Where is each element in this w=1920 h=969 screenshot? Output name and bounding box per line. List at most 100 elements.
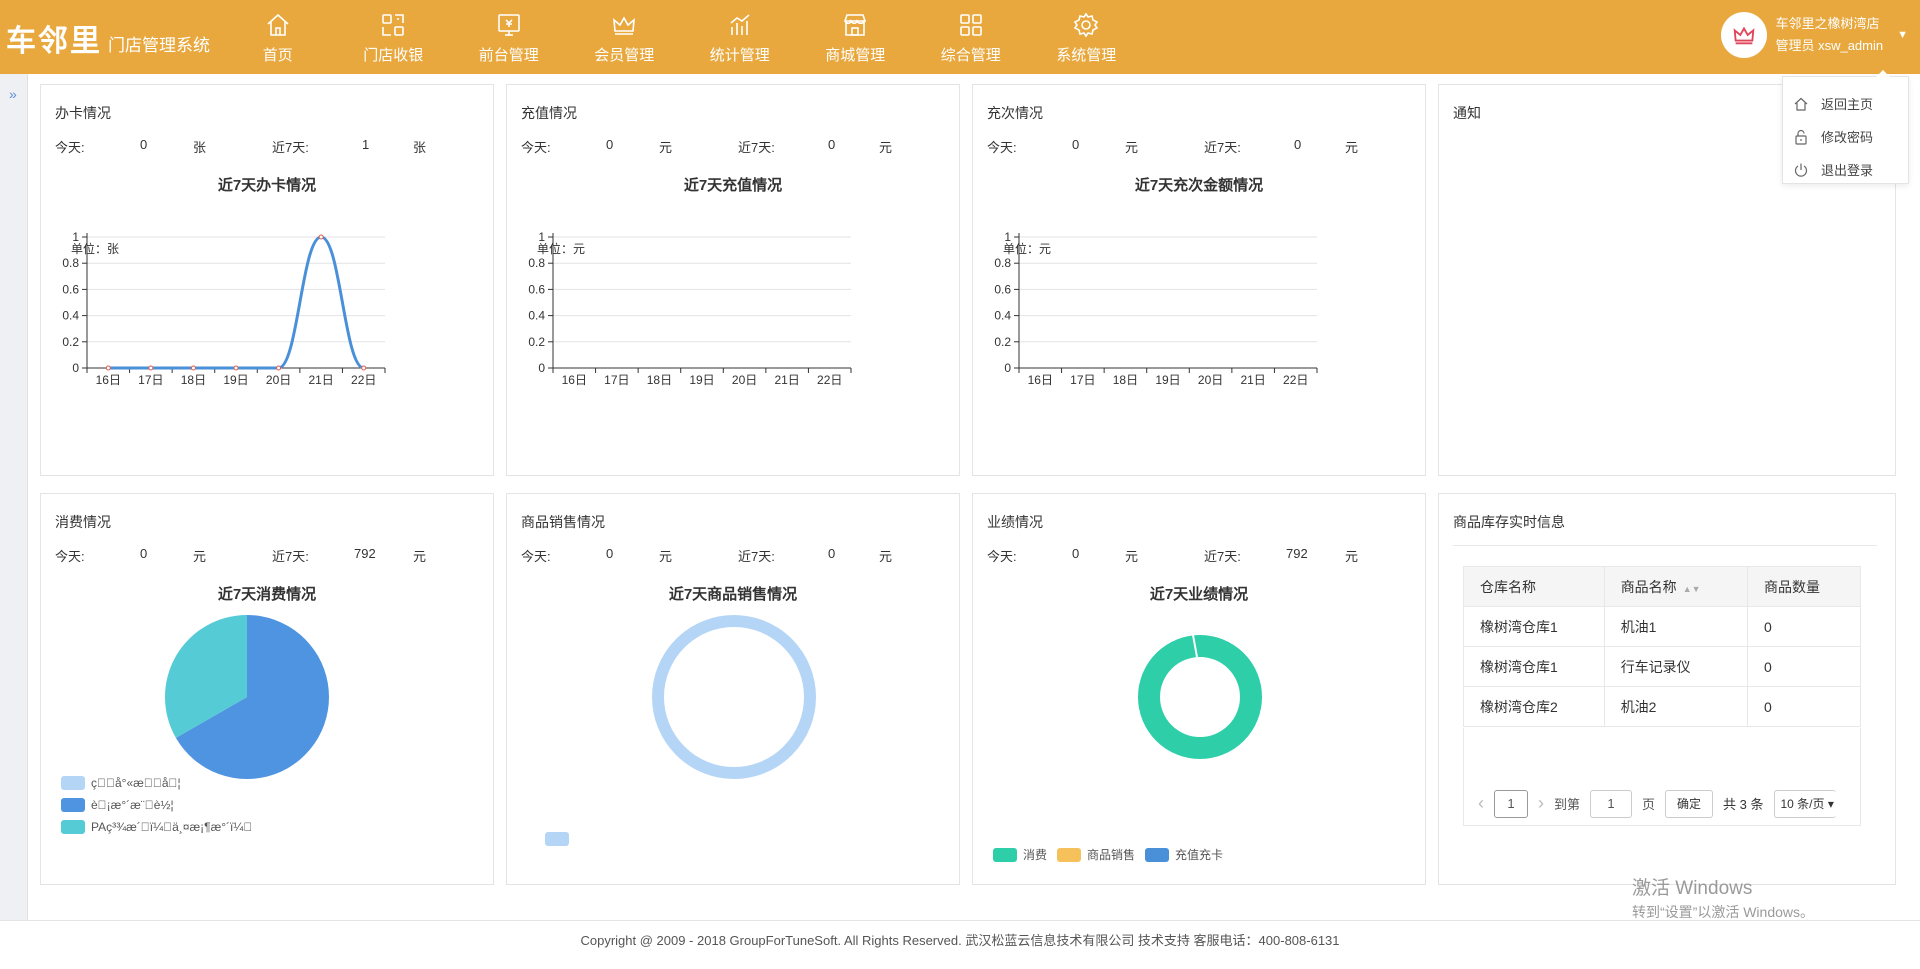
x-tick-label: 18日: [1113, 373, 1138, 387]
y-tick-label: 0: [72, 361, 79, 375]
avatar[interactable]: [1721, 12, 1768, 58]
menu-item-change-password[interactable]: 修改密码: [1783, 120, 1908, 153]
table-cell: 机油1: [1603, 606, 1748, 647]
prev-page-icon[interactable]: ‹: [1478, 793, 1484, 814]
next-page-icon[interactable]: ›: [1538, 793, 1544, 814]
pie-legend: ç  å°«æ  å ¦ è ¡æ°´æ¨ è½¦ PAç³¾æ´ ï¼ ä¸¤…: [61, 776, 252, 842]
page-size-select[interactable]: 10 条/页 ▾: [1773, 789, 1836, 818]
card-times: 充次情况 今天: 0 元 近7天: 0 元 近7天充次金额情况 单位：元 0 0.…: [972, 84, 1426, 476]
sort-icon[interactable]: ▲▼: [1683, 584, 1701, 594]
y-tick-label: 0.4: [994, 309, 1011, 323]
table-header-row: 仓库名称 商品名称 ▲▼ 商品数量: [1463, 566, 1862, 607]
user-menu[interactable]: 车邻里之橡树湾店 管理员 xsw_admin ▼: [1721, 12, 1908, 58]
menu-item-label: 返回主页: [1821, 97, 1874, 112]
nav-label: 首页: [262, 47, 293, 64]
nav-front-desk[interactable]: 前台管理: [451, 0, 567, 74]
legend-item[interactable]: è ¡æ°´æ¨ è½¦: [61, 798, 252, 812]
main-nav: 首页 门店收银 前台管理 会员管理 统计管理 商城管理 综合管理 系统管理: [220, 0, 1144, 74]
legend-label: ç  å°«æ  å ¦: [91, 776, 181, 790]
home-icon: [267, 13, 289, 36]
x-tick-label: 18日: [181, 373, 206, 387]
card-performance: 业绩情况 今天: 0 元 近7天: 792 元 近7天业绩情况 消费 商品销售 …: [972, 493, 1426, 885]
nav-member[interactable]: 会员管理: [567, 0, 683, 74]
table-cell: 橡树湾仓库2: [1463, 686, 1605, 727]
data-point: [233, 365, 239, 371]
table-cell: 橡树湾仓库1: [1463, 606, 1605, 647]
table-empty-space: [1463, 728, 1861, 782]
brand-name: 车邻里: [6, 25, 102, 58]
menu-item-logout[interactable]: 退出登录: [1783, 153, 1908, 186]
menu-item-home[interactable]: 返回主页: [1783, 87, 1908, 120]
legend-item[interactable]: PAç³¾æ´ ï¼ ä¸¤æ¡¶æ°´ï¼ : [61, 820, 252, 834]
x-tick-label: 20日: [732, 373, 757, 387]
nav-system[interactable]: 系统管理: [1029, 0, 1145, 74]
x-tick-label: 19日: [1155, 373, 1180, 387]
legend-item[interactable]: 消费: [993, 846, 1047, 863]
x-tick-label: 22日: [1283, 373, 1308, 387]
expand-sidebar-icon[interactable]: »: [9, 86, 17, 102]
y-tick-label: 0.6: [528, 282, 545, 296]
nav-label: 商城管理: [825, 47, 886, 64]
x-tick-label: 16日: [562, 373, 587, 387]
current-page[interactable]: 1: [1494, 789, 1528, 818]
crown-icon: [1734, 26, 1755, 45]
x-tick-label: 20日: [1198, 373, 1223, 387]
legend-item[interactable]: [545, 832, 575, 846]
y-tick-label: 0.2: [528, 335, 545, 349]
line-chart: 0 0.2 0.4 0.6 0.8 1 16日 17日 18日 19日 20日 21日 22日: [994, 230, 1318, 387]
gear-icon: [1074, 12, 1099, 38]
x-tick-label: 16日: [1028, 373, 1053, 387]
x-tick-label: 21日: [1240, 373, 1265, 387]
store-name: 车邻里之橡树湾店: [1775, 16, 1880, 31]
legend-label: PAç³¾æ´ ï¼ ä¸¤æ¡¶æ°´ï¼ : [91, 820, 253, 834]
watermark-subtitle: 转到“设置”以激活 Windows。: [1632, 904, 1815, 920]
user-account: xsw_admin: [1818, 38, 1884, 53]
user-role: 管理员: [1775, 38, 1815, 53]
x-tick-label: 22日: [817, 373, 842, 387]
y-tick-label: 0.4: [62, 309, 79, 323]
brand[interactable]: 车邻里 门店管理系统: [6, 16, 210, 60]
data-point: [276, 365, 282, 371]
y-tick-label: 1: [1004, 230, 1011, 244]
table-cell: 机油2: [1603, 686, 1748, 727]
shop-icon: [844, 14, 867, 36]
legend-item[interactable]: 充值充卡: [1145, 846, 1223, 863]
nav-label: 会员管理: [594, 47, 655, 64]
x-tick-label: 19日: [223, 373, 248, 387]
legend-label: 商品销售: [1087, 848, 1136, 862]
line-chart: 0 0.2 0.4 0.6 0.8 1 16日 17日 18日 19日 20日 21日 22日: [528, 230, 852, 387]
x-tick-label: 19日: [689, 373, 714, 387]
column-header-label: 商品名称: [1620, 578, 1677, 595]
home-icon: [1794, 97, 1808, 111]
table-row[interactable]: 橡树湾仓库2 机油2 0: [1463, 686, 1862, 727]
ring-slice: [652, 615, 816, 779]
legend-label: 消费: [1023, 848, 1048, 862]
confirm-button[interactable]: 确定: [1665, 789, 1714, 818]
legend-swatch: [545, 832, 569, 846]
total-count: 共 3 条: [1723, 797, 1764, 812]
table-row[interactable]: 橡树湾仓库1 机油1 0: [1463, 606, 1862, 647]
front-desk-icon: [497, 14, 520, 36]
brand-subtitle: 门店管理系统: [108, 36, 210, 55]
goto-page-input[interactable]: 1: [1590, 789, 1633, 818]
y-tick-label: 0.6: [62, 282, 79, 296]
y-tick-label: 0.8: [994, 256, 1011, 270]
nav-integrated[interactable]: 综合管理: [913, 0, 1029, 74]
table-row[interactable]: 橡树湾仓库1 行车记录仪 0: [1463, 646, 1862, 687]
user-account-line: 管理员 xsw_admin: [1775, 35, 1883, 57]
data-point: [318, 234, 324, 240]
nav-label: 综合管理: [940, 47, 1001, 64]
legend-item[interactable]: 商品销售: [1057, 846, 1135, 863]
line-chart: 0 0.2 0.4 0.6 0.8 1 16日 17日 18日 19日 20日 21日 22日: [62, 230, 386, 387]
nav-shop[interactable]: 商城管理: [798, 0, 914, 74]
column-header-sortable[interactable]: 商品名称 ▲▼: [1603, 566, 1748, 607]
nav-label: 系统管理: [1056, 47, 1117, 64]
chevron-down-icon[interactable]: ▼: [1897, 29, 1908, 41]
nav-home[interactable]: 首页: [220, 0, 336, 74]
table-cell: 0: [1746, 686, 1862, 727]
legend-item[interactable]: ç  å°«æ  å ¦: [61, 776, 252, 790]
nav-cashier[interactable]: 门店收银: [336, 0, 452, 74]
goto-label: 到第: [1554, 797, 1581, 812]
nav-stats[interactable]: 统计管理: [682, 0, 798, 74]
column-header: 仓库名称: [1463, 566, 1605, 607]
